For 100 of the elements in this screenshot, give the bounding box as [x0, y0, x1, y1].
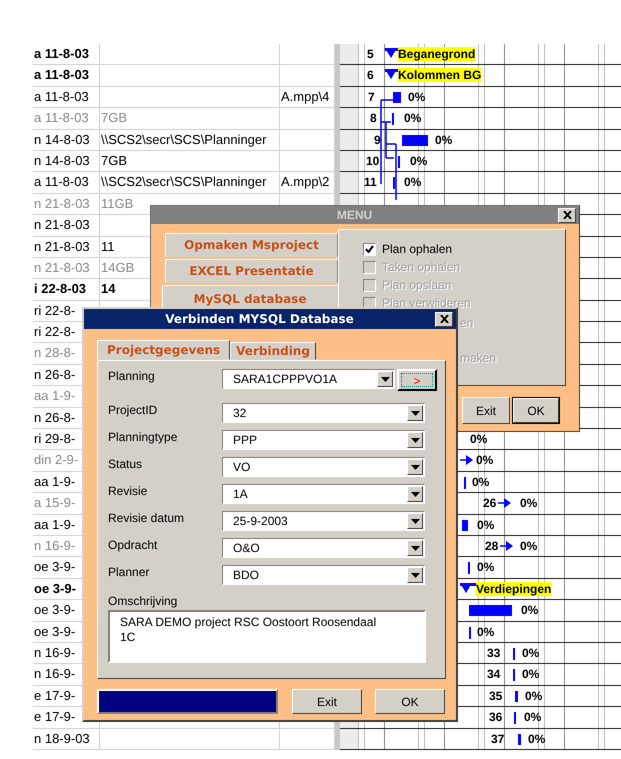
close-icon — [562, 211, 572, 219]
field-label: Status — [108, 457, 144, 473]
dropdown-button[interactable] — [377, 371, 393, 387]
table-cell: a 11-8-03 — [33, 65, 100, 87]
percent-complete: 0% — [521, 603, 538, 618]
field-label: Planner — [108, 565, 150, 581]
field-label: Revisie datum — [108, 511, 186, 527]
task-bar — [515, 690, 518, 702]
dropdown-button[interactable] — [407, 459, 423, 475]
table-cell: a 11-8-03 — [33, 108, 100, 130]
task-number: 33 — [487, 646, 500, 660]
window-title: Verbinden MYSQL Database — [164, 312, 355, 326]
task-number: 28 — [485, 538, 498, 553]
dropdown-field[interactable]: SARA1CPPPVO1A — [222, 369, 395, 389]
milestone-marker — [392, 113, 394, 126]
dropdown-field[interactable]: VO — [222, 457, 425, 477]
percent-complete: 0% — [525, 688, 542, 703]
milestone-marker — [513, 669, 515, 682]
percent-complete: 0% — [476, 453, 494, 468]
task-bar — [518, 734, 521, 744]
percent-complete: 0% — [520, 496, 538, 510]
task-number: 35 — [489, 688, 502, 703]
percent-complete: 0% — [522, 646, 540, 660]
table-cell: a 11-8-03 — [33, 172, 100, 194]
summary-label: Beganegrond — [398, 47, 476, 61]
summary-label: Verdiepingen — [476, 582, 552, 596]
task-number: 36 — [489, 710, 502, 724]
milestone-marker — [469, 626, 471, 639]
task-number: 10 — [366, 154, 380, 168]
table-cell: a 11-8-03 — [33, 86, 100, 108]
close-button[interactable] — [435, 312, 453, 326]
percent-complete: 0% — [477, 560, 494, 574]
percent-complete: 0% — [520, 538, 538, 553]
close-button[interactable] — [558, 208, 576, 222]
table-cell: n 14-8-03 — [33, 150, 100, 172]
dialog-button[interactable]: OK — [512, 397, 560, 424]
window-title: MENU — [336, 208, 374, 222]
close-icon — [440, 315, 448, 323]
task-number: 7 — [368, 90, 375, 104]
table-cell: n 14-8-03 — [33, 130, 100, 151]
percent-complete: 0% — [470, 432, 488, 446]
dropdown-field[interactable]: 25-9-2003 — [222, 511, 425, 531]
task-bar — [393, 92, 401, 103]
dialog-button[interactable]: Exit — [462, 397, 510, 424]
dropdown-field[interactable]: O&O — [222, 538, 425, 558]
dropdown-field[interactable]: BDO — [222, 565, 425, 585]
milestone-marker — [393, 177, 395, 190]
milestone-marker — [514, 712, 516, 724]
dropdown-field[interactable]: 1A — [222, 484, 425, 504]
task-number: 9 — [374, 132, 381, 147]
table-cell: i 22-8-03 — [33, 279, 100, 301]
task-number: 6 — [367, 68, 374, 82]
dropdown-button[interactable] — [407, 567, 423, 583]
milestone-marker — [468, 562, 470, 574]
table-cell: n 21-8-03 — [33, 236, 100, 258]
caret-icon — [410, 572, 420, 578]
task-number: 26 — [483, 496, 496, 510]
percent-complete: 0% — [524, 710, 542, 724]
dropdown-button[interactable] — [407, 540, 423, 556]
percent-complete: 0% — [477, 518, 494, 532]
checkbox[interactable] — [363, 242, 376, 256]
dropdown-button[interactable] — [407, 405, 423, 421]
task-bar — [469, 605, 512, 616]
percent-complete: 0% — [435, 132, 452, 147]
table-cell: \\SCS2\secr\SCS\Planninger — [100, 172, 280, 194]
caret-icon — [410, 546, 420, 550]
caret-icon — [380, 376, 390, 382]
table-cell: 7GB — [100, 108, 280, 130]
task-number: 11 — [364, 175, 377, 190]
task-number: 8 — [370, 111, 377, 126]
field-label: Planning — [108, 369, 156, 385]
task-number: 37 — [491, 732, 504, 746]
milestone-marker — [398, 156, 400, 168]
dropdown-button[interactable] — [407, 513, 423, 529]
percent-complete: 0% — [528, 732, 546, 746]
percent-complete: 0% — [410, 154, 428, 168]
dropdown-field[interactable]: 32 — [222, 403, 425, 423]
task-bar — [402, 134, 428, 146]
table-cell: 7GB — [100, 150, 280, 172]
percent-complete: 0% — [408, 90, 426, 104]
dropdown-button[interactable] — [407, 486, 423, 502]
table-cell: n 21-8-03 — [33, 215, 100, 237]
percent-complete: 0% — [522, 667, 540, 682]
table-cell: n 21-8-03 — [33, 258, 100, 280]
milestone-marker — [464, 476, 466, 489]
description-field[interactable]: SARA DEMO project RSC Oostoort Roosendaal 1C — [108, 610, 426, 663]
dialog-button[interactable]: OK — [375, 689, 445, 714]
field-label: ProjectID — [108, 403, 158, 419]
link-arrow — [498, 497, 512, 510]
caret-icon — [410, 492, 420, 496]
task-number: 5 — [367, 47, 374, 61]
percent-complete: 0% — [404, 111, 422, 126]
field-label: Revisie — [108, 484, 148, 500]
dropdown-button[interactable] — [407, 432, 423, 448]
table-cell: a 11-8-03 — [33, 44, 100, 66]
caret-icon — [410, 438, 420, 442]
dropdown-field[interactable]: PPP — [222, 430, 425, 450]
dialog-button[interactable]: Exit — [292, 689, 362, 714]
summary-label: Kolommen BG — [398, 68, 482, 82]
percent-complete: 0% — [477, 624, 494, 639]
